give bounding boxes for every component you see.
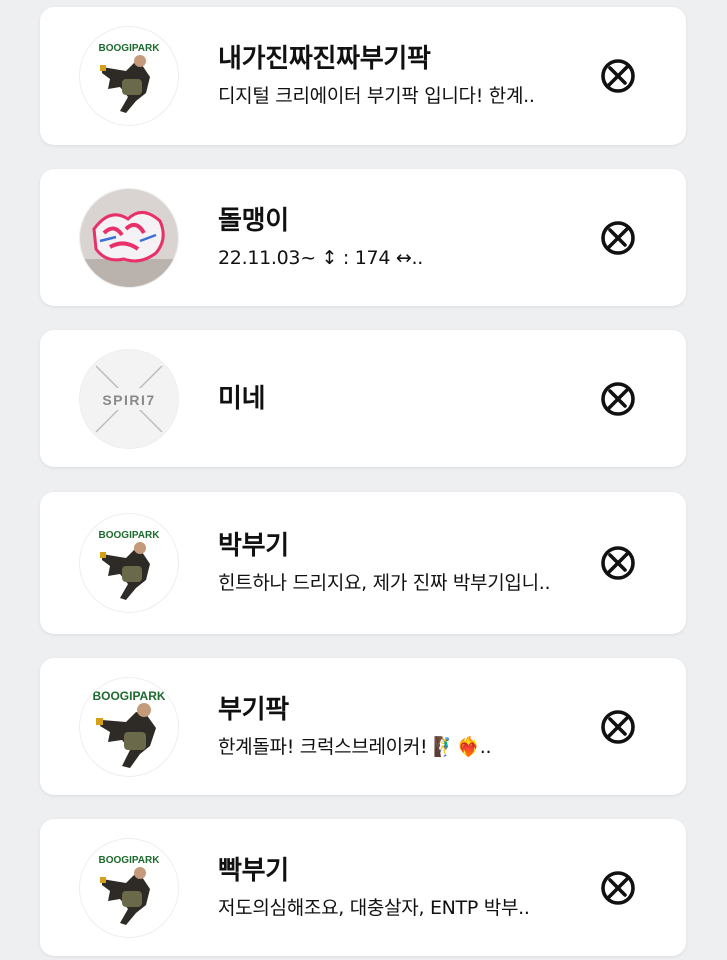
block-icon — [601, 381, 635, 416]
boogipark-logo-image: BOOGIPARK — [99, 43, 161, 113]
unblock-button[interactable] — [598, 868, 638, 908]
user-bio: 한계돌파! 크럭스브레이커! 🧗‍♂️❤️‍🔥.. — [218, 735, 492, 758]
avatar[interactable]: BOOGIPARK — [80, 838, 178, 937]
boogipark-logo-image: BOOGIPARK — [92, 689, 166, 768]
block-icon — [601, 220, 635, 255]
user-name: 부기팍 — [218, 694, 289, 725]
unblock-button[interactable] — [598, 543, 638, 583]
user-info: 돌맹이 22.11.03~ ↕ : 174 ↔.. — [218, 204, 578, 272]
user-card[interactable]: BOOGIPARK 빡부기 저도의심해조요, 대충살자, ENTP 박부.. — [40, 819, 686, 956]
user-card[interactable]: 돌맹이 22.11.03~ ↕ : 174 ↔.. — [40, 169, 686, 306]
user-bio: 힌트하나 드리지요, 제가 진짜 박부기입니.. — [218, 572, 551, 594]
spirit-logo-image: SPIRI7 — [80, 349, 178, 448]
user-name: 돌맹이 — [218, 205, 289, 236]
user-info: 내가진짜진짜부기팍 디지털 크리에이터 부기팍 입니다! 한계.. — [218, 42, 578, 110]
avatar[interactable]: BOOGIPARK — [80, 27, 178, 125]
user-name: 빡부기 — [218, 855, 289, 886]
avatar[interactable]: SPIRI7 — [80, 349, 178, 448]
block-icon — [601, 546, 635, 580]
user-bio: 저도의심해조요, 대충살자, ENTP 박부.. — [218, 896, 530, 919]
user-info: 박부기 힌트하나 드리지요, 제가 진짜 박부기입니.. — [218, 529, 578, 597]
svg-text:BOOGIPARK: BOOGIPARK — [99, 855, 161, 866]
svg-text:SPIRI7: SPIRI7 — [102, 392, 155, 408]
boogipark-logo-image: BOOGIPARK — [99, 855, 161, 925]
graffiti-image — [80, 188, 178, 287]
user-bio: 디지털 크리에이터 부기팍 입니다! 한계.. — [218, 85, 535, 107]
avatar[interactable]: BOOGIPARK — [80, 677, 178, 776]
block-icon — [601, 870, 635, 905]
user-info: 빡부기 저도의심해조요, 대충살자, ENTP 박부.. — [218, 854, 578, 922]
user-info: 미네 — [218, 382, 578, 416]
svg-text:BOOGIPARK: BOOGIPARK — [99, 43, 161, 54]
unblock-button[interactable] — [598, 707, 638, 747]
user-name: 박부기 — [218, 531, 289, 561]
avatar[interactable] — [80, 188, 178, 287]
unblock-button[interactable] — [598, 379, 638, 419]
block-icon — [601, 59, 635, 93]
boogipark-logo-image: BOOGIPARK — [99, 530, 161, 600]
unblock-button[interactable] — [598, 56, 638, 96]
svg-text:BOOGIPARK: BOOGIPARK — [99, 530, 161, 541]
user-bio: 22.11.03~ ↕ : 174 ↔.. — [218, 246, 423, 269]
user-info: 부기팍 한계돌파! 크럭스브레이커! 🧗‍♂️❤️‍🔥.. — [218, 693, 578, 761]
avatar[interactable]: BOOGIPARK — [80, 514, 178, 612]
svg-text:BOOGIPARK: BOOGIPARK — [92, 689, 165, 703]
blocked-user-list: BOOGIPARK 내가진짜진짜부기팍 디지털 크리에이터 부기팍 입니다! 한… — [0, 0, 727, 960]
user-card[interactable]: BOOGIPARK 내가진짜진짜부기팍 디지털 크리에이터 부기팍 입니다! 한… — [40, 7, 686, 145]
user-card[interactable]: BOOGIPARK 부기팍 한계돌파! 크럭스브레이커! 🧗‍♂️❤️‍🔥.. — [40, 658, 686, 795]
user-name: 내가진짜진짜부기팍 — [218, 44, 431, 74]
user-name: 미네 — [218, 383, 266, 414]
user-card[interactable]: BOOGIPARK 박부기 힌트하나 드리지요, 제가 진짜 박부기입니.. — [40, 492, 686, 634]
user-card[interactable]: SPIRI7 미네 — [40, 330, 686, 467]
unblock-button[interactable] — [598, 218, 638, 258]
block-icon — [601, 709, 635, 744]
